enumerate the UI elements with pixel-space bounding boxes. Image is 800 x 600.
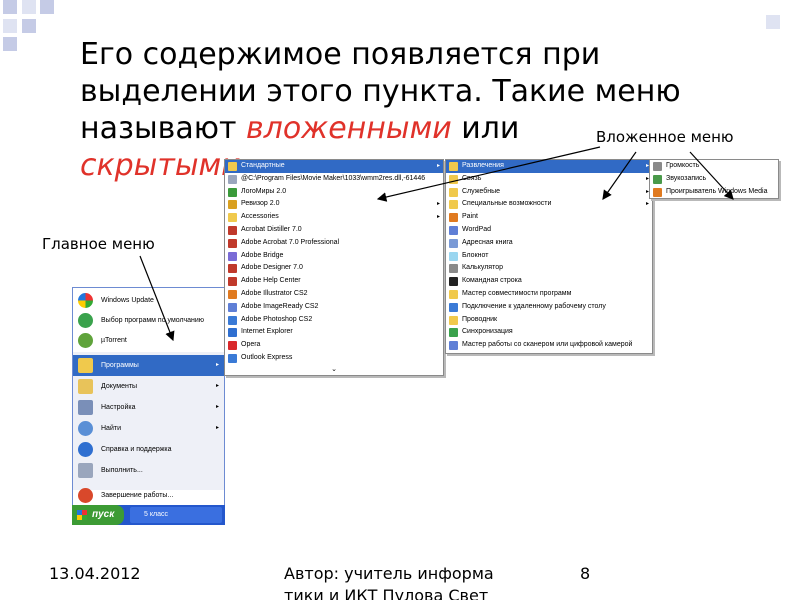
arrow-to-programs — [376, 146, 601, 202]
footer-date: 13.04.2012 — [49, 564, 141, 583]
footer-page-number: 8 — [580, 564, 591, 583]
arrow-to-start-menu — [139, 255, 175, 342]
arrow-to-entertainment — [689, 151, 734, 200]
callout-arrows — [139, 146, 734, 342]
footer-author-line-1: Автор: учитель информа — [284, 564, 494, 583]
footer-author-line-2: тики и ИКТ Пулова Свет — [284, 586, 489, 600]
arrow-to-accessories — [602, 151, 637, 200]
